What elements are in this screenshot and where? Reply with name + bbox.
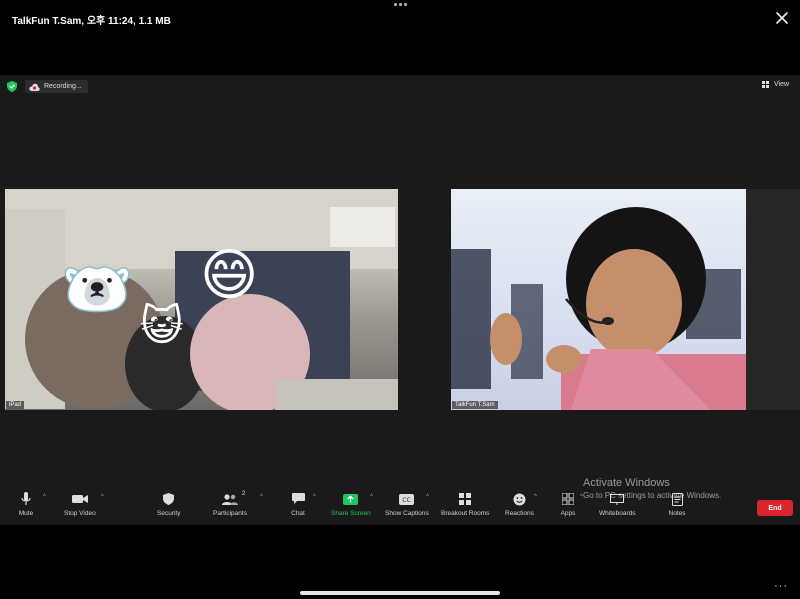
video-options-caret[interactable]: ^ <box>101 494 104 500</box>
close-icon[interactable] <box>772 8 792 28</box>
share-screen-icon <box>343 493 359 505</box>
security-button[interactable]: Security <box>157 490 180 517</box>
window-title: TalkFun T.Sam, 오후 11:24, 1.1 MB <box>12 16 171 27</box>
chat-label: Chat <box>291 510 305 517</box>
home-indicator[interactable] <box>300 591 500 595</box>
mute-options-caret[interactable]: ^ <box>43 494 46 500</box>
mute-button[interactable]: Mute <box>16 490 36 517</box>
activate-windows-watermark: Activate Windows Go to PC settings to ac… <box>583 477 721 500</box>
participant-name-tag: TalkFun T.Sam <box>452 401 498 409</box>
show-captions-label: Show Captions <box>385 510 429 517</box>
stop-video-button[interactable]: Stop Video <box>64 490 96 517</box>
view-label: View <box>774 81 790 88</box>
meeting-area: Recording... View 🐻‍❄️ 😺 😄 iPad <box>0 75 800 525</box>
cloud-record-icon <box>29 83 40 91</box>
grid-icon <box>762 81 769 88</box>
apps-icon <box>562 493 574 505</box>
share-screen-button[interactable]: Share Screen <box>331 490 371 517</box>
video-camera-icon <box>71 495 88 503</box>
view-button[interactable]: View <box>762 81 789 88</box>
chat-options-caret[interactable]: ^ <box>313 494 316 500</box>
recording-label: Recording... <box>44 83 82 90</box>
smiley-icon <box>513 493 526 505</box>
chat-button[interactable]: Chat <box>288 490 308 517</box>
shield-icon <box>7 81 17 92</box>
breakout-rooms-label: Breakout Rooms <box>441 510 490 517</box>
reactions-label: Reactions <box>505 510 534 517</box>
share-screen-label: Share Screen <box>331 510 371 517</box>
svg-text:CC: CC <box>403 497 411 504</box>
video-tile-ipad[interactable]: 🐻‍❄️ 😺 😄 iPad <box>5 189 398 410</box>
breakout-rooms-icon <box>459 493 472 505</box>
captions-icon: CC <box>399 493 415 505</box>
whiteboards-label: Whiteboards <box>599 510 636 517</box>
captions-options-caret[interactable]: ^ <box>426 494 429 500</box>
notes-label: Notes <box>668 510 686 517</box>
chat-bubble-icon <box>291 493 305 504</box>
recording-status[interactable]: Recording... <box>25 80 88 93</box>
stop-video-label: Stop Video <box>64 510 96 517</box>
share-options-caret[interactable]: ^ <box>370 494 373 500</box>
microphone-icon <box>21 492 31 505</box>
end-meeting-button[interactable]: End <box>757 500 793 516</box>
show-captions-button[interactable]: CC Show Captions <box>385 490 429 517</box>
shield-icon <box>163 493 175 505</box>
participants-icon <box>221 493 238 505</box>
grin-sticker: 😄 <box>200 243 259 306</box>
title-bar: TalkFun T.Sam, 오후 11:24, 1.1 MB <box>0 0 800 75</box>
participant-name-tag: iPad <box>6 401 25 409</box>
reactions-button[interactable]: Reactions <box>505 490 534 517</box>
video-feed <box>451 207 746 410</box>
activate-windows-subtitle: Go to PC settings to activate Windows. <box>583 491 722 500</box>
activate-windows-title: Activate Windows <box>583 477 670 489</box>
apps-label: Apps <box>560 510 576 517</box>
participants-options-caret[interactable]: ^ <box>260 494 263 500</box>
polar-bear-sticker: 🐻‍❄️ <box>61 257 134 322</box>
mute-label: Mute <box>18 510 34 517</box>
reactions-options-caret[interactable]: ^ <box>534 494 537 500</box>
cat-sticker: 😺 <box>140 302 184 349</box>
video-tile-talkfun[interactable]: TalkFun T.Sam <box>451 189 746 410</box>
breakout-rooms-button[interactable]: Breakout Rooms <box>441 490 489 517</box>
participants-count: 2 <box>242 491 246 497</box>
gallery-strip <box>746 189 800 410</box>
more-dots-icon[interactable] <box>392 3 408 9</box>
more-options-icon[interactable]: ··· <box>774 580 788 592</box>
security-label: Security <box>157 510 181 517</box>
apps-button[interactable]: Apps <box>558 490 578 517</box>
participants-label: Participants <box>213 510 247 517</box>
